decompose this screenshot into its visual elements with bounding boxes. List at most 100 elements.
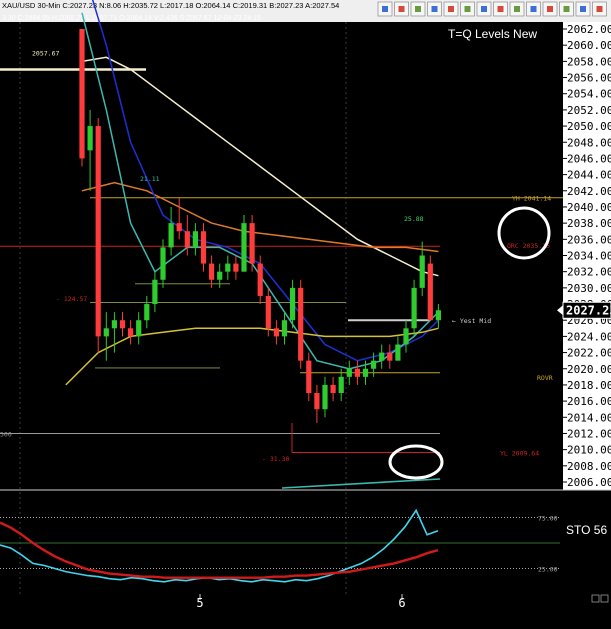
candle-body-2[interactable] <box>87 126 93 151</box>
candle-body-23[interactable] <box>257 263 263 296</box>
level-label-1: 2057.67 <box>32 49 59 57</box>
price-tick-label-16: 2032.00 <box>567 266 611 279</box>
candle-body-20[interactable] <box>233 263 239 272</box>
annotation-4: - 31.30 <box>262 455 289 463</box>
candle-body-41[interactable] <box>403 328 409 345</box>
current-price-label: 2027.23 <box>566 303 611 317</box>
level-label-6: 500 <box>0 430 12 438</box>
candle-body-8[interactable] <box>136 320 142 337</box>
candle-body-4[interactable] <box>103 328 109 337</box>
sto-tick-label-2: 25.00 <box>538 566 558 574</box>
candle-body-16[interactable] <box>200 231 207 264</box>
candle-body-29[interactable] <box>306 360 312 394</box>
candle-body-3[interactable] <box>95 126 101 337</box>
time-tick-label-2: 6 <box>398 596 405 610</box>
candle-body-10[interactable] <box>152 279 158 305</box>
toolbar-icon-glyph-4 <box>431 6 438 12</box>
candle-body-1[interactable] <box>79 29 85 159</box>
toolbar-icon-glyph-11 <box>547 6 553 12</box>
candle-body-17[interactable] <box>209 263 215 280</box>
price-tick-label-25: 2014.00 <box>567 411 611 424</box>
candle-body-39[interactable] <box>387 352 393 361</box>
candle-body-42[interactable] <box>411 287 417 329</box>
candle-body-37[interactable] <box>371 360 377 369</box>
toolbar-icon-glyph-3 <box>415 6 421 12</box>
chart-background <box>0 0 611 625</box>
price-tick-label-13: 2038.00 <box>567 217 611 230</box>
candle-body-31[interactable] <box>322 384 328 410</box>
candle-body-5[interactable] <box>111 320 117 329</box>
toolbar-icon-glyph-6 <box>464 6 471 12</box>
toolbar-icon-glyph-9 <box>514 6 520 12</box>
candle-body-38[interactable] <box>379 352 385 361</box>
price-tick-label-1: 2062.00 <box>567 23 611 36</box>
candle-body-28[interactable] <box>298 287 304 361</box>
candle-body-33[interactable] <box>338 376 344 394</box>
candle-body-14[interactable] <box>184 231 190 248</box>
candle-body-15[interactable] <box>192 231 198 248</box>
candle-body-6[interactable] <box>119 320 126 329</box>
candle-body-32[interactable] <box>330 384 336 394</box>
annotation-2: 25.88 <box>404 215 424 223</box>
candle-body-36[interactable] <box>362 368 369 377</box>
level-label-4: ← Yest Mid <box>452 317 491 325</box>
candle-body-21[interactable] <box>241 223 247 272</box>
candle-body-9[interactable] <box>144 304 150 321</box>
candle-body-26[interactable] <box>281 320 288 337</box>
candle-body-43[interactable] <box>419 255 425 288</box>
price-tick-label-6: 2052.00 <box>567 104 611 117</box>
candle-body-30[interactable] <box>314 393 320 410</box>
time-axis-background <box>0 596 611 625</box>
toolbar-icon-glyph-10 <box>530 6 537 12</box>
toolbar-icon-glyph-5 <box>448 6 454 12</box>
toolbar-icon-glyph-2 <box>398 6 405 12</box>
candle-body-22[interactable] <box>249 223 255 264</box>
price-tick-label-11: 2042.00 <box>567 185 611 198</box>
price-tick-label-7: 2050.00 <box>567 120 611 133</box>
price-tick-label-21: 2022.00 <box>567 347 611 360</box>
price-tick-label-17: 2030.00 <box>567 282 611 295</box>
price-tick-label-10: 2044.00 <box>567 169 611 182</box>
candle-body-34[interactable] <box>346 368 352 377</box>
time-tick-label-1: 5 <box>196 596 203 610</box>
header-ohlc-line: XAU/USD 30-Min C:2027.23 N:8.06 H:2035.7… <box>2 1 339 10</box>
price-tick-label-5: 2054.00 <box>567 88 611 101</box>
header-stats-line: 3.30 C:2864.99 H:2065.25 L:2057.71 O:206… <box>2 15 261 22</box>
price-tick-label-12: 2040.00 <box>567 201 611 214</box>
price-tick-label-4: 2056.00 <box>567 72 611 85</box>
price-tick-label-2: 2060.00 <box>567 39 611 52</box>
chart-root: XAU/USD 30-Min C:2027.23 N:8.06 H:2035.7… <box>0 0 611 625</box>
toolbar-icon-glyph-12 <box>563 6 570 12</box>
candle-body-27[interactable] <box>290 287 296 321</box>
candle-body-19[interactable] <box>225 263 231 272</box>
price-tick-label-9: 2046.00 <box>567 152 611 165</box>
candle-body-12[interactable] <box>168 223 174 248</box>
candle-body-25[interactable] <box>273 328 279 337</box>
level-label-7: YL 2009.64 <box>500 450 539 458</box>
chart-svg[interactable]: XAU/USD 30-Min C:2027.23 N:8.06 H:2035.7… <box>0 0 611 625</box>
strategy-title: T=Q Levels New <box>448 27 537 41</box>
candle-body-45[interactable] <box>435 310 441 321</box>
price-tick-label-8: 2048.00 <box>567 136 611 149</box>
candle-body-35[interactable] <box>354 368 360 377</box>
price-tick-label-27: 2010.00 <box>567 444 611 457</box>
toolbar-icon-glyph-1 <box>382 6 388 12</box>
candle-body-24[interactable] <box>265 295 271 329</box>
candle-body-40[interactable] <box>395 344 401 361</box>
price-tick-label-20: 2024.00 <box>567 330 611 343</box>
candle-body-44[interactable] <box>427 263 433 321</box>
price-tick-label-15: 2034.00 <box>567 250 611 263</box>
annotation-1: 21.11 <box>140 175 160 183</box>
candle-body-11[interactable] <box>160 247 166 280</box>
sto-label: STO 56 <box>566 523 607 537</box>
price-tick-label-29: 2006.00 <box>567 476 611 489</box>
toolbar-icon-glyph-13 <box>580 6 586 12</box>
price-tick-label-3: 2058.00 <box>567 55 611 68</box>
candle-body-13[interactable] <box>176 223 182 232</box>
candle-body-18[interactable] <box>217 271 223 280</box>
price-tick-label-14: 2036.00 <box>567 233 611 246</box>
toolbar-icon-glyph-14 <box>596 6 603 12</box>
toolbar-icon-glyph-8 <box>497 6 504 12</box>
level-label-5: ROVR <box>537 374 553 382</box>
candle-body-7[interactable] <box>128 328 134 337</box>
